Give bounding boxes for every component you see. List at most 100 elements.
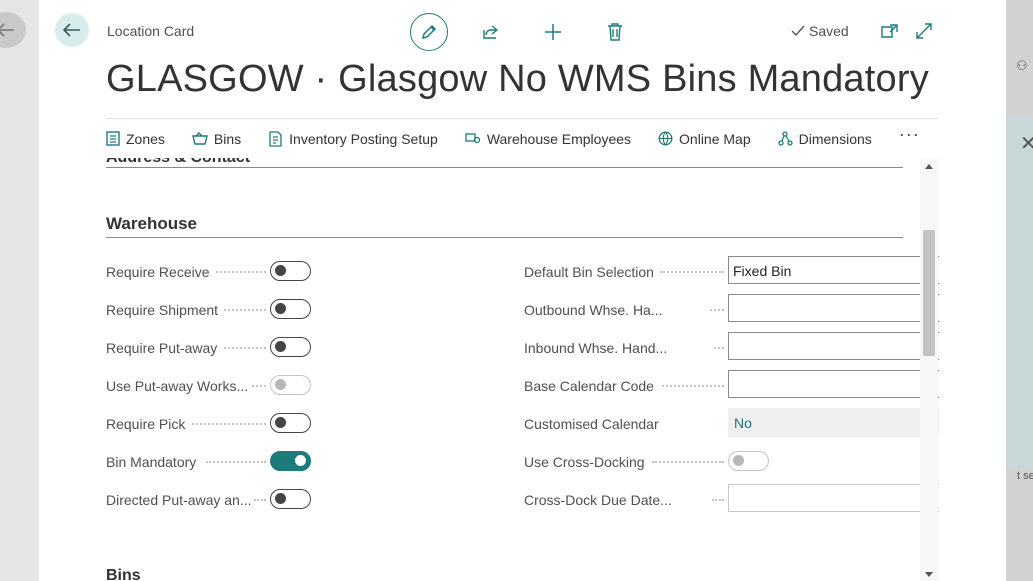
action-label: Zones — [126, 130, 165, 147]
more-actions-button[interactable]: ··· — [899, 124, 920, 145]
label-leader — [660, 271, 724, 273]
label-leader — [714, 347, 724, 349]
toggle-knob — [275, 303, 286, 314]
plus-icon — [545, 24, 561, 40]
toggle-use-cross-docking — [728, 451, 769, 471]
toggle-bin-mandatory[interactable] — [270, 451, 311, 471]
edit-button[interactable] — [410, 13, 448, 51]
action-warehouse-employees[interactable]: Warehouse Employees — [465, 131, 631, 147]
field-label-require-receive: Require Receive — [106, 264, 210, 280]
default-bin-selection-select[interactable]: Fixed Bin — [728, 256, 939, 284]
action-zones[interactable]: Zones — [106, 131, 165, 147]
action-label: Warehouse Employees — [486, 130, 632, 147]
section-title-warehouse[interactable]: Warehouse — [106, 214, 197, 234]
saved-label: Saved — [809, 23, 849, 39]
toggle-knob — [295, 455, 306, 466]
label-leader — [252, 385, 266, 387]
label-leader — [216, 271, 266, 273]
action-dimensions[interactable]: Dimensions — [777, 130, 872, 147]
arrow-left-icon — [63, 23, 80, 37]
expand-icon — [916, 23, 932, 39]
action-bins[interactable]: Bins — [192, 131, 241, 147]
toggle-require-put-away[interactable] — [270, 337, 311, 357]
open-in-new-window-icon — [881, 24, 898, 38]
delete-button[interactable] — [596, 13, 634, 51]
outbound-whse-handling-time-input[interactable] — [728, 294, 939, 322]
action-label: Dimensions — [798, 130, 872, 147]
field-label-inbound-whse-handling-time: Inbound Whse. Hand... — [524, 340, 668, 356]
section-title-address[interactable]: Address & Contact — [106, 158, 250, 167]
field-label-use-cross-docking: Use Cross-Docking — [524, 454, 645, 470]
label-leader — [712, 499, 724, 501]
toggle-directed-put-away-and-pick[interactable] — [270, 489, 311, 509]
background-right-panel: ⚇ ✕ t serv — [1006, 0, 1033, 581]
label-leader — [652, 461, 724, 463]
expand-button[interactable] — [914, 21, 934, 41]
card-content: Address & Contact Warehouse Require Rece… — [106, 158, 939, 581]
checkmark-icon — [791, 25, 805, 37]
base-calendar-code-select[interactable] — [728, 370, 939, 398]
open-new-window-button[interactable] — [880, 21, 900, 41]
customised-calendar-value[interactable]: No — [728, 408, 939, 437]
employees-icon — [465, 133, 480, 144]
card-toolbar — [410, 13, 658, 51]
globe-icon — [658, 131, 673, 146]
label-leader — [710, 309, 724, 311]
toggle-use-put-away-worksheet — [270, 375, 311, 395]
action-bar: Zones Bins Inventory Posting Setup Wareh… — [106, 118, 938, 158]
action-label: Inventory Posting Setup — [289, 130, 438, 147]
arrow-left-icon — [0, 23, 14, 37]
field-label-require-put-away: Require Put-away — [106, 340, 218, 356]
field-label-bin-mandatory: Bin Mandatory — [106, 454, 197, 470]
label-leader — [254, 499, 266, 501]
cross-dock-due-date-calc-input — [728, 484, 939, 512]
toggle-require-pick[interactable] — [270, 413, 311, 433]
scroll-up-arrow-icon[interactable] — [925, 164, 933, 169]
label-leader — [662, 385, 724, 387]
background-back-button[interactable] — [0, 12, 26, 48]
toggle-require-receive[interactable] — [270, 261, 311, 281]
toggle-knob — [275, 493, 286, 504]
scroll-thumb[interactable] — [923, 230, 935, 356]
share-icon — [483, 25, 499, 39]
inbound-whse-handling-time-input[interactable] — [728, 332, 939, 360]
bins-icon — [192, 132, 208, 145]
back-button[interactable] — [55, 13, 89, 47]
action-online-map[interactable]: Online Map — [658, 131, 751, 147]
field-label-require-shipment: Require Shipment — [106, 302, 219, 318]
saved-status: Saved — [791, 23, 849, 39]
close-icon[interactable]: ✕ — [1020, 131, 1033, 156]
toggle-knob — [275, 341, 286, 352]
background-text: t serv — [1017, 470, 1033, 482]
share-button[interactable] — [472, 13, 510, 51]
page-title: GLASGOW · Glasgow No WMS Bins Mandatory — [106, 58, 929, 100]
section-divider — [106, 167, 903, 168]
action-label: Online Map — [679, 130, 751, 147]
window-controls — [880, 21, 934, 41]
label-leader — [224, 309, 266, 311]
field-label-cross-dock-due-date-calc: Cross-Dock Due Date... — [524, 492, 672, 508]
scroll-down-arrow-icon[interactable] — [925, 572, 933, 577]
breadcrumb: Location Card — [107, 23, 195, 39]
toggle-knob — [275, 265, 286, 276]
dimensions-icon — [777, 131, 793, 146]
label-leader — [206, 461, 266, 463]
label-leader — [224, 347, 266, 349]
section-title-bins[interactable]: Bins — [106, 567, 141, 581]
action-inventory-posting-setup[interactable]: Inventory Posting Setup — [268, 131, 438, 147]
section-divider — [106, 237, 903, 238]
toggle-require-shipment[interactable] — [270, 299, 311, 319]
location-card-dialog: Location Card Saved GLASGOW · Glasgow No… — [39, 0, 1006, 581]
new-button[interactable] — [534, 13, 572, 51]
setup-icon — [269, 130, 282, 147]
background-icon: ⚇ — [1016, 58, 1028, 73]
field-label-customised-calendar: Customised Calendar — [524, 416, 659, 432]
background-factbox — [1006, 117, 1033, 467]
zones-icon — [106, 131, 120, 146]
pencil-icon — [421, 24, 437, 40]
content-scrollbar[interactable] — [920, 158, 938, 581]
select-value: Fixed Bin — [733, 263, 792, 279]
trash-icon — [608, 23, 622, 41]
toggle-knob — [275, 417, 286, 428]
action-label: Bins — [213, 130, 242, 147]
